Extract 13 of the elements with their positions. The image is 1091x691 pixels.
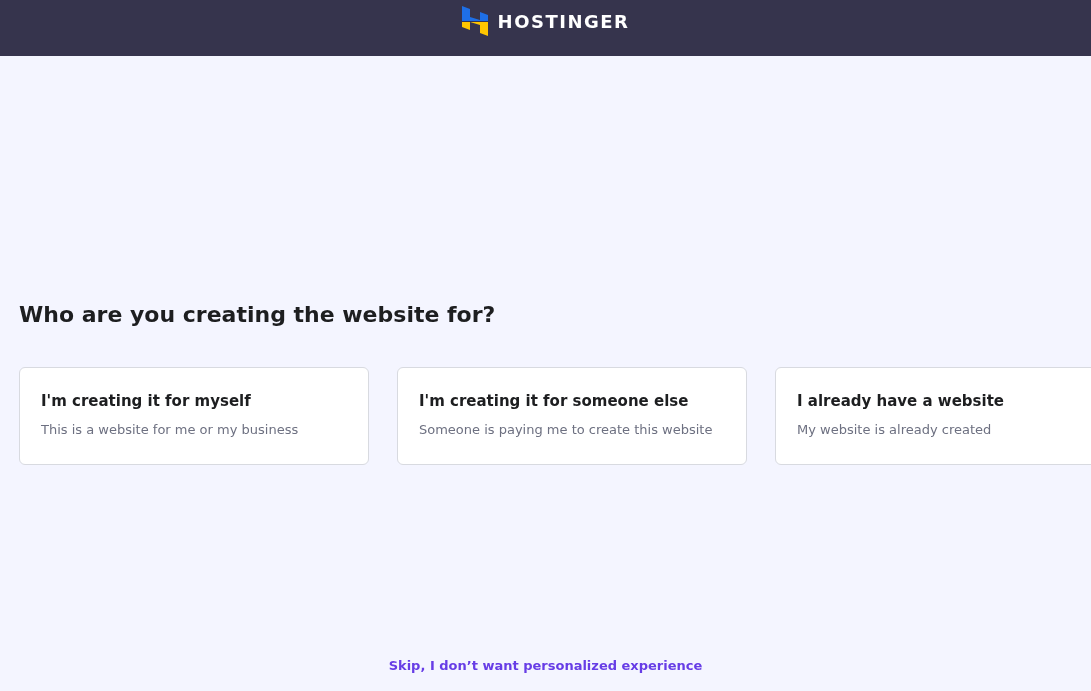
option-description: My website is already created [797,422,993,437]
option-card[interactable]: I already have a website My website is already created [775,367,1091,465]
option-card[interactable]: I'm creating it for myself This is a website for me or my business [19,367,369,465]
logo-icon [461,6,488,36]
option-description: Someone is paying me to create this website [419,422,714,437]
option-description: This is a website for me or my business [41,422,300,437]
skip-link[interactable]: Skip, I don’t want personalized experience [388,658,703,673]
option-title: I already have a website [797,392,1005,410]
brand-name: HOSTINGER [497,10,630,32]
option-title: I'm creating it for myself [41,392,252,410]
page-heading: Who are you creating the website for? [19,302,497,327]
option-title: I'm creating it for someone else [419,392,690,410]
option-card[interactable]: I'm creating it for someone else Someone is paying me to create this website [397,367,747,465]
